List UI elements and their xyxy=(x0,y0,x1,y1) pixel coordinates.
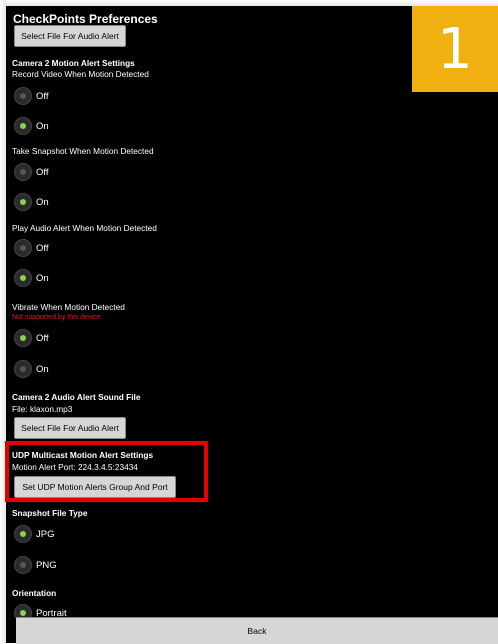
record-video-label: Record Video When Motion Detected xyxy=(12,69,149,79)
jpg-label: JPG xyxy=(36,529,55,540)
record-video-off-radio[interactable] xyxy=(14,87,32,105)
radio-dot xyxy=(20,531,26,537)
snapshot-label: Take Snapshot When Motion Detected xyxy=(12,146,154,156)
radio-dot xyxy=(20,610,26,616)
snapshot-file-type-heading: Snapshot File Type xyxy=(12,508,88,518)
radio-dot xyxy=(20,366,26,372)
vibrate-off-radio[interactable] xyxy=(14,329,32,347)
camera2-audio-heading: Camera 2 Audio Alert Sound File xyxy=(12,392,141,402)
png-radio[interactable] xyxy=(14,556,32,574)
audio-alert-label: Play Audio Alert When Motion Detected xyxy=(12,223,157,233)
page-title: CheckPoints Preferences xyxy=(13,12,158,26)
record-video-off-label: Off xyxy=(36,91,49,102)
radio-dot xyxy=(20,275,26,281)
select-audio-file-button-top[interactable]: Select File For Audio Alert xyxy=(14,25,126,47)
audio-alert-on-radio[interactable] xyxy=(14,269,32,287)
radio-dot xyxy=(20,199,26,205)
audio-alert-on-label: On xyxy=(36,273,49,284)
radio-dot xyxy=(20,562,26,568)
vibrate-on-radio[interactable] xyxy=(14,360,32,378)
vibrate-off-label: Off xyxy=(36,333,49,344)
radio-dot xyxy=(20,123,26,129)
back-button[interactable]: Back xyxy=(16,617,498,644)
snapshot-on-radio[interactable] xyxy=(14,193,32,211)
record-video-on-radio[interactable] xyxy=(14,117,32,135)
step-number-badge: 1 xyxy=(412,6,498,92)
preferences-screen: CheckPoints Preferences xyxy=(6,6,498,643)
jpg-radio[interactable] xyxy=(14,525,32,543)
vibrate-label: Vibrate When Motion Detected xyxy=(12,302,125,312)
radio-dot xyxy=(20,93,26,99)
radio-dot xyxy=(20,169,26,175)
vibrate-on-label: On xyxy=(36,364,49,375)
record-video-on-label: On xyxy=(36,121,49,132)
snapshot-off-label: Off xyxy=(36,167,49,178)
radio-dot xyxy=(20,245,26,251)
vibrate-unsupported-note: Not supported by this device xyxy=(12,314,101,321)
radio-dot xyxy=(20,335,26,341)
audio-alert-off-label: Off xyxy=(36,243,49,254)
orientation-heading: Orientation xyxy=(12,588,57,598)
select-audio-file-button[interactable]: Select File For Audio Alert xyxy=(14,417,126,439)
audio-alert-off-radio[interactable] xyxy=(14,239,32,257)
highlight-box xyxy=(5,441,208,502)
camera2-motion-heading: Camera 2 Motion Alert Settings xyxy=(12,58,135,68)
snapshot-on-label: On xyxy=(36,197,49,208)
png-label: PNG xyxy=(36,560,57,571)
audio-file-name: File: klaxon.mp3 xyxy=(12,404,73,414)
snapshot-off-radio[interactable] xyxy=(14,163,32,181)
